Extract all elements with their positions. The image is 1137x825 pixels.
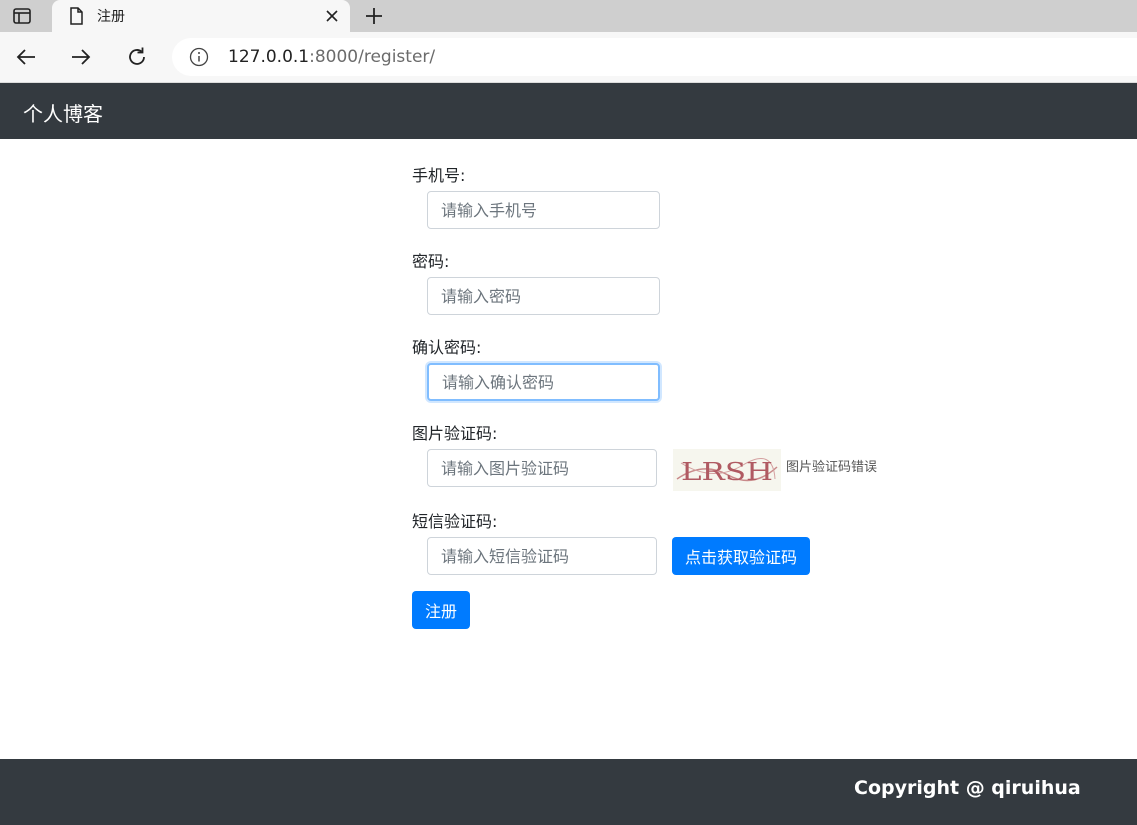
confirm-password-label: 确认密码: <box>412 338 482 357</box>
confirm-password-input[interactable] <box>427 363 660 401</box>
phone-input[interactable] <box>427 191 660 229</box>
captcha-error-message: 图片验证码错误 <box>786 460 878 475</box>
browser-tab[interactable]: 注册 <box>52 0 350 32</box>
captcha-image[interactable]: LRSH <box>673 449 781 491</box>
info-icon[interactable] <box>189 47 209 67</box>
copyright-text: Copyright @ qiruihua <box>854 777 1081 799</box>
sidebar-panel-icon[interactable] <box>8 4 36 28</box>
phone-label: 手机号: <box>412 166 466 185</box>
arrow-left-icon[interactable] <box>11 42 41 72</box>
register-form: 手机号: 密码: 确认密码: 图片验证码: LRSH 图片验证码错误 短信验证码… <box>0 139 1137 759</box>
arrow-right-icon[interactable] <box>66 42 96 72</box>
password-label: 密码: <box>412 252 450 271</box>
site-navbar: 个人博客 <box>0 83 1137 139</box>
get-sms-code-button[interactable]: 点击获取验证码 <box>672 537 810 575</box>
address-bar[interactable]: 127.0.0.1:8000/register/ <box>172 38 1137 76</box>
site-footer: Copyright @ qiruihua <box>0 759 1137 825</box>
captcha-text: LRSH <box>681 458 773 486</box>
sms-code-label: 短信验证码: <box>412 512 498 531</box>
image-code-input[interactable] <box>427 449 657 487</box>
image-code-label: 图片验证码: <box>412 424 498 443</box>
browser-toolbar: 127.0.0.1:8000/register/ <box>0 32 1137 83</box>
page-icon <box>66 6 86 26</box>
url-text: 127.0.0.1:8000/register/ <box>228 47 435 67</box>
register-button[interactable]: 注册 <box>412 591 470 629</box>
plus-icon[interactable] <box>360 2 388 30</box>
url-path: :8000/register/ <box>309 47 436 67</box>
tab-title: 注册 <box>97 9 125 25</box>
password-input[interactable] <box>427 277 660 315</box>
site-brand[interactable]: 个人博客 <box>23 98 103 127</box>
reload-icon[interactable] <box>122 42 152 72</box>
browser-tab-bar: 注册 <box>0 0 1137 32</box>
close-icon[interactable] <box>322 6 342 26</box>
url-host: 127.0.0.1 <box>228 47 310 67</box>
sms-code-input[interactable] <box>427 537 657 575</box>
